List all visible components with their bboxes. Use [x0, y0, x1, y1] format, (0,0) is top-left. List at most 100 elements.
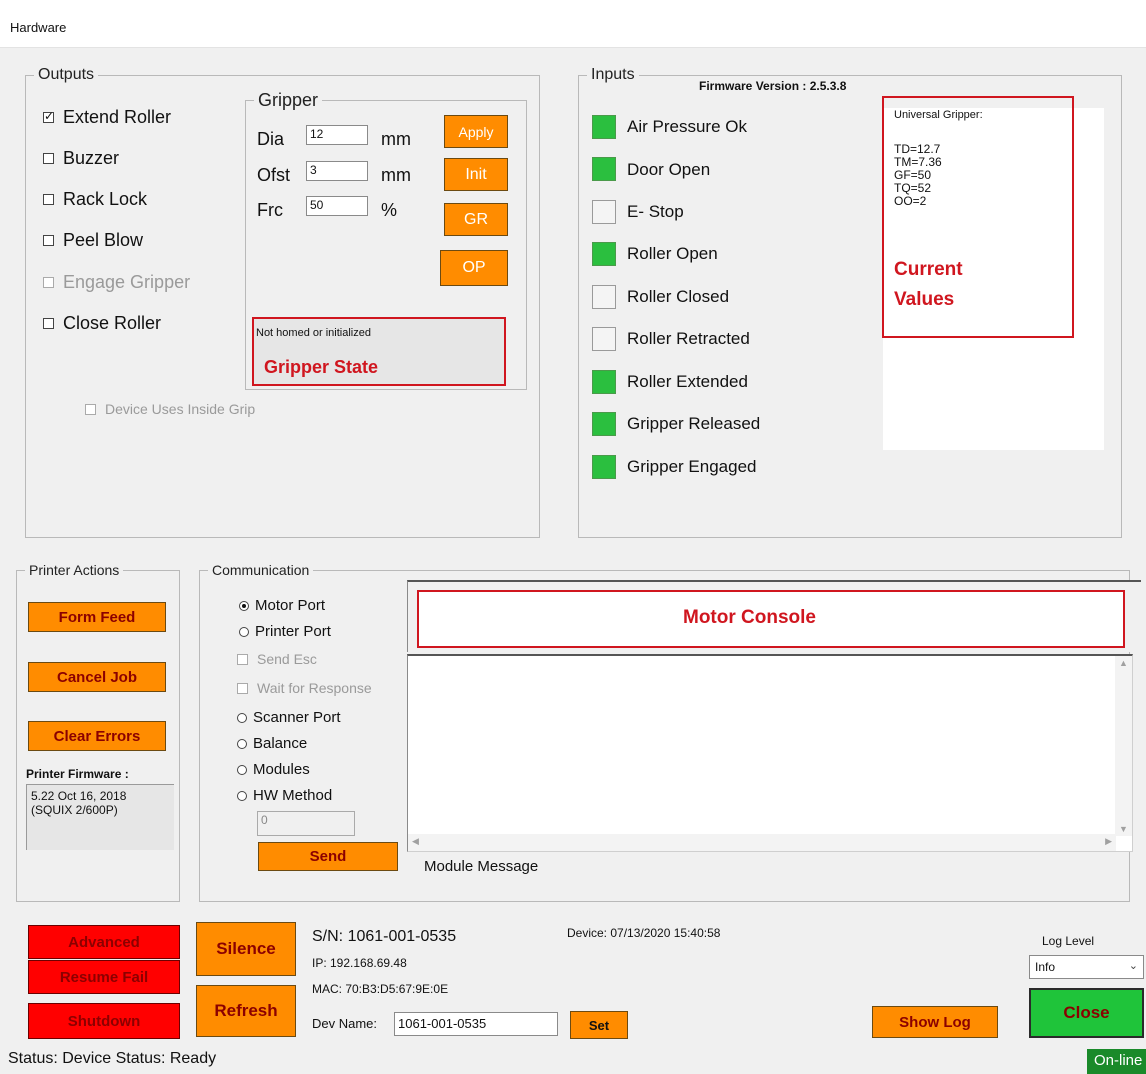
mac-address: MAC: 70:B3:D5:67:9E:0E [312, 982, 449, 996]
advanced-button[interactable]: Advanced [28, 925, 180, 959]
radio-dot [237, 764, 247, 775]
radio-dot [239, 626, 249, 637]
radio-label: Modules [253, 761, 310, 778]
hw-method-input[interactable]: 0 [257, 811, 355, 836]
roller-closed-label: Roller Closed [627, 287, 730, 306]
show-log-button[interactable]: Show Log [872, 1006, 998, 1038]
balance-radio[interactable]: Balance [237, 735, 307, 752]
extend-roller-checkbox[interactable]: Extend Roller [43, 107, 171, 128]
checkbox-label: Close Roller [63, 313, 162, 333]
dia-unit: mm [381, 129, 411, 149]
gripper-engaged-label: Gripper Engaged [627, 457, 757, 476]
log-level-select[interactable]: Info ⌄ [1029, 955, 1144, 979]
frc-unit: % [381, 200, 398, 220]
radio-dot [237, 712, 247, 723]
current-values-list: TD=12.7 TM=7.36 GF=50 TQ=52 OO=2 [894, 143, 942, 208]
air-pressure-indicator [592, 115, 616, 139]
apply-button[interactable]: Apply [444, 115, 508, 148]
radio-label: Motor Port [255, 597, 326, 614]
scanner-port-radio[interactable]: Scanner Port [237, 709, 341, 726]
radio-label: HW Method [253, 787, 333, 804]
roller-retracted-indicator [592, 327, 616, 351]
cancel-job-button[interactable]: Cancel Job [28, 662, 166, 692]
radio-label: Balance [253, 735, 308, 752]
current-values-annotation-2: Values [894, 289, 955, 310]
checkbox-box [85, 403, 96, 415]
checkbox-label: Send Esc [257, 651, 317, 667]
radio-dot [239, 600, 249, 611]
shutdown-button[interactable]: Shutdown [28, 1003, 180, 1039]
engage-gripper-checkbox[interactable]: Engage Gripper [43, 272, 190, 293]
checkbox-box [43, 194, 54, 205]
checkbox-box [237, 682, 248, 694]
peel-blow-checkbox[interactable]: Peel Blow [43, 230, 143, 251]
e-stop-indicator [592, 200, 616, 224]
checkbox-label: Peel Blow [63, 230, 144, 250]
door-open-label: Door Open [627, 160, 711, 179]
ofst-unit: mm [381, 165, 411, 185]
printer-firmware-line: 5.22 Oct 16, 2018 [31, 789, 127, 803]
dia-label: Dia [257, 129, 285, 149]
vertical-scrollbar[interactable]: ▲ ▼ [1115, 656, 1132, 836]
outputs-legend: Outputs [38, 66, 95, 83]
device-datetime: Device: 07/13/2020 15:40:58 [567, 926, 721, 940]
log-level-value: Info [1035, 960, 1056, 974]
gripper-legend: Gripper [258, 90, 319, 110]
air-pressure-label: Air Pressure Ok [627, 117, 747, 136]
dev-name-input[interactable]: 1061-001-0535 [394, 1012, 558, 1036]
gr-button[interactable]: GR [444, 203, 508, 236]
op-button[interactable]: OP [440, 250, 508, 286]
close-roller-checkbox[interactable]: Close Roller [43, 313, 161, 334]
close-button[interactable]: Close [1029, 988, 1144, 1038]
online-badge-text: On-line [1094, 1052, 1143, 1069]
e-stop-label: E- Stop [627, 202, 684, 221]
module-message-textarea[interactable]: ▲ ▼ ◀ ▶ [407, 654, 1133, 852]
printer-actions-legend: Printer Actions [29, 562, 120, 578]
scroll-right-icon[interactable]: ▶ [1105, 836, 1112, 847]
refresh-button[interactable]: Refresh [196, 985, 296, 1037]
horizontal-scrollbar[interactable]: ◀ ▶ [408, 834, 1116, 851]
checkbox-label: Engage Gripper [63, 272, 191, 292]
gripper-state-text: Not homed or initialized [256, 327, 371, 339]
checkbox-label: Buzzer [63, 148, 120, 168]
dia-input[interactable]: 12 [306, 125, 368, 145]
checkbox-label: Wait for Response [257, 680, 372, 696]
rack-lock-checkbox[interactable]: Rack Lock [43, 189, 147, 210]
form-feed-button[interactable]: Form Feed [28, 602, 166, 632]
send-button[interactable]: Send [258, 842, 398, 871]
module-message-label: Module Message [424, 858, 539, 875]
checkbox-box [43, 235, 54, 246]
checkbox-box [43, 318, 54, 329]
ofst-input[interactable]: 3 [306, 161, 368, 181]
send-esc-checkbox[interactable]: Send Esc [237, 651, 317, 667]
gripper-released-indicator [592, 412, 616, 436]
inputs-legend: Inputs [591, 66, 635, 83]
motor-port-radio[interactable]: Motor Port [239, 597, 325, 614]
printer-port-radio[interactable]: Printer Port [239, 623, 331, 640]
wait-response-checkbox[interactable]: Wait for Response [237, 680, 372, 696]
set-button[interactable]: Set [570, 1011, 628, 1039]
inside-grip-checkbox[interactable]: Device Uses Inside Grip [85, 401, 255, 417]
frc-input[interactable]: 50 [306, 196, 368, 216]
door-open-indicator [592, 157, 616, 181]
checkbox-box [43, 109, 54, 123]
gripper-released-label: Gripper Released [627, 414, 761, 433]
value-line: OO=2 [894, 194, 927, 208]
clear-errors-button[interactable]: Clear Errors [28, 721, 166, 751]
init-button[interactable]: Init [444, 158, 508, 191]
scroll-up-icon[interactable]: ▲ [1119, 658, 1128, 668]
printer-firmware-line: (SQUIX 2/600P) [31, 803, 118, 817]
scroll-down-icon[interactable]: ▼ [1119, 824, 1128, 834]
buzzer-checkbox[interactable]: Buzzer [43, 148, 119, 169]
ip-address: IP: 192.168.69.48 [312, 956, 407, 970]
status-text: Status: Device Status: Ready [8, 1050, 217, 1067]
modules-radio[interactable]: Modules [237, 761, 310, 778]
roller-open-label: Roller Open [627, 244, 718, 263]
resume-fail-button[interactable]: Resume Fail [28, 960, 180, 994]
silence-button[interactable]: Silence [196, 922, 296, 976]
scroll-left-icon[interactable]: ◀ [412, 836, 419, 847]
checkbox-box [43, 277, 54, 288]
hw-method-radio[interactable]: HW Method [237, 787, 332, 804]
serial-number: S/N: 1061-001-0535 [312, 928, 457, 945]
current-values-title: Universal Gripper: [894, 109, 983, 121]
